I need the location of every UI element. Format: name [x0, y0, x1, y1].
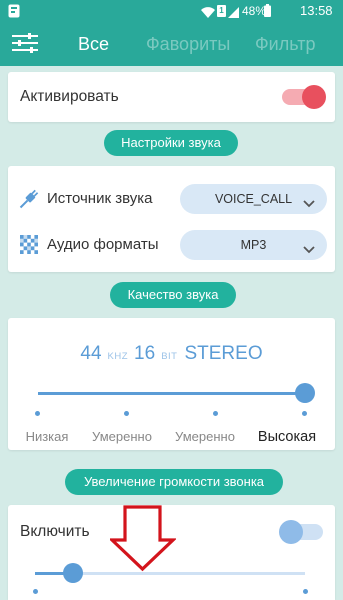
- slider-tick: [303, 589, 308, 594]
- sound-settings-card: Источник звука VOICE_CALL Аудио форматы …: [8, 166, 335, 272]
- tab-favorites[interactable]: Фавориты: [146, 33, 230, 55]
- sliders-icon[interactable]: [12, 33, 38, 53]
- wifi-icon: [201, 5, 215, 19]
- volume-boost-ticks: [33, 589, 308, 594]
- slider-thumb[interactable]: [62, 563, 83, 583]
- activate-toggle[interactable]: [280, 85, 326, 109]
- chevron-down-icon: [303, 241, 315, 254]
- audio-source-dropdown[interactable]: VOICE_CALL: [180, 184, 327, 214]
- slider-fill: [38, 392, 305, 395]
- audio-format-dropdown[interactable]: MP3: [180, 230, 327, 260]
- quality-level-low[interactable]: Низкая: [7, 428, 87, 446]
- bit-depth-value: 16: [134, 343, 156, 364]
- sound-quality-card: 44 KHZ 16 BIT STEREO Низкая Умеренно Уме…: [8, 318, 335, 450]
- slider-tick: [33, 589, 38, 594]
- chevron-down-icon: [303, 195, 315, 208]
- activate-card: Активировать: [8, 72, 335, 122]
- quality-readout: 44 KHZ 16 BIT STEREO: [8, 343, 335, 367]
- audio-source-label: Источник звука: [47, 190, 153, 207]
- volume-boost-toggle[interactable]: [279, 520, 325, 544]
- sim-slot-label: 1: [219, 6, 224, 15]
- slider-tick: [124, 411, 129, 416]
- activate-label: Активировать: [20, 88, 119, 105]
- quality-level-high[interactable]: Высокая: [247, 428, 327, 446]
- quality-ticks: [35, 411, 307, 416]
- bit-depth-unit: BIT: [161, 351, 178, 362]
- sound-quality-section-button[interactable]: Качество звука: [110, 282, 236, 308]
- sim-icon: 1: [217, 5, 226, 17]
- audio-format-label: Аудио форматы: [47, 236, 159, 253]
- app-bar: Все Фавориты Фильтр: [0, 22, 343, 66]
- clock: 13:58: [300, 3, 333, 18]
- slider-tick: [213, 411, 218, 416]
- status-bar: 1 48% 13:58: [0, 0, 343, 22]
- sample-rate-value: 44: [80, 343, 102, 364]
- toggle-thumb: [279, 520, 303, 544]
- quality-level-moderate-2[interactable]: Умеренно: [165, 428, 245, 446]
- slider-thumb[interactable]: [295, 383, 315, 403]
- plug-icon: [18, 187, 40, 211]
- quality-slider[interactable]: [38, 383, 315, 403]
- app-notification-icon: [8, 4, 20, 18]
- slider-tick: [302, 411, 307, 416]
- sound-settings-section-button[interactable]: Настройки звука: [104, 130, 238, 156]
- volume-boost-section-button[interactable]: Увеличение громкости звонка: [65, 469, 283, 495]
- quality-level-moderate[interactable]: Умеренно: [82, 428, 162, 446]
- battery-percent: 48%: [242, 4, 267, 18]
- slider-tick: [35, 411, 40, 416]
- signal-icon: [228, 5, 239, 18]
- tab-all[interactable]: Все: [78, 33, 109, 55]
- audio-format-icon: [20, 235, 38, 254]
- red-down-arrow-icon: [110, 505, 176, 572]
- channel-mode: STEREO: [184, 343, 263, 364]
- toggle-thumb: [302, 85, 326, 109]
- sample-rate-unit: KHZ: [107, 351, 129, 362]
- battery-icon: [264, 4, 271, 17]
- volume-boost-enable-label: Включить: [20, 523, 90, 540]
- tab-filter[interactable]: Фильтр: [255, 33, 315, 55]
